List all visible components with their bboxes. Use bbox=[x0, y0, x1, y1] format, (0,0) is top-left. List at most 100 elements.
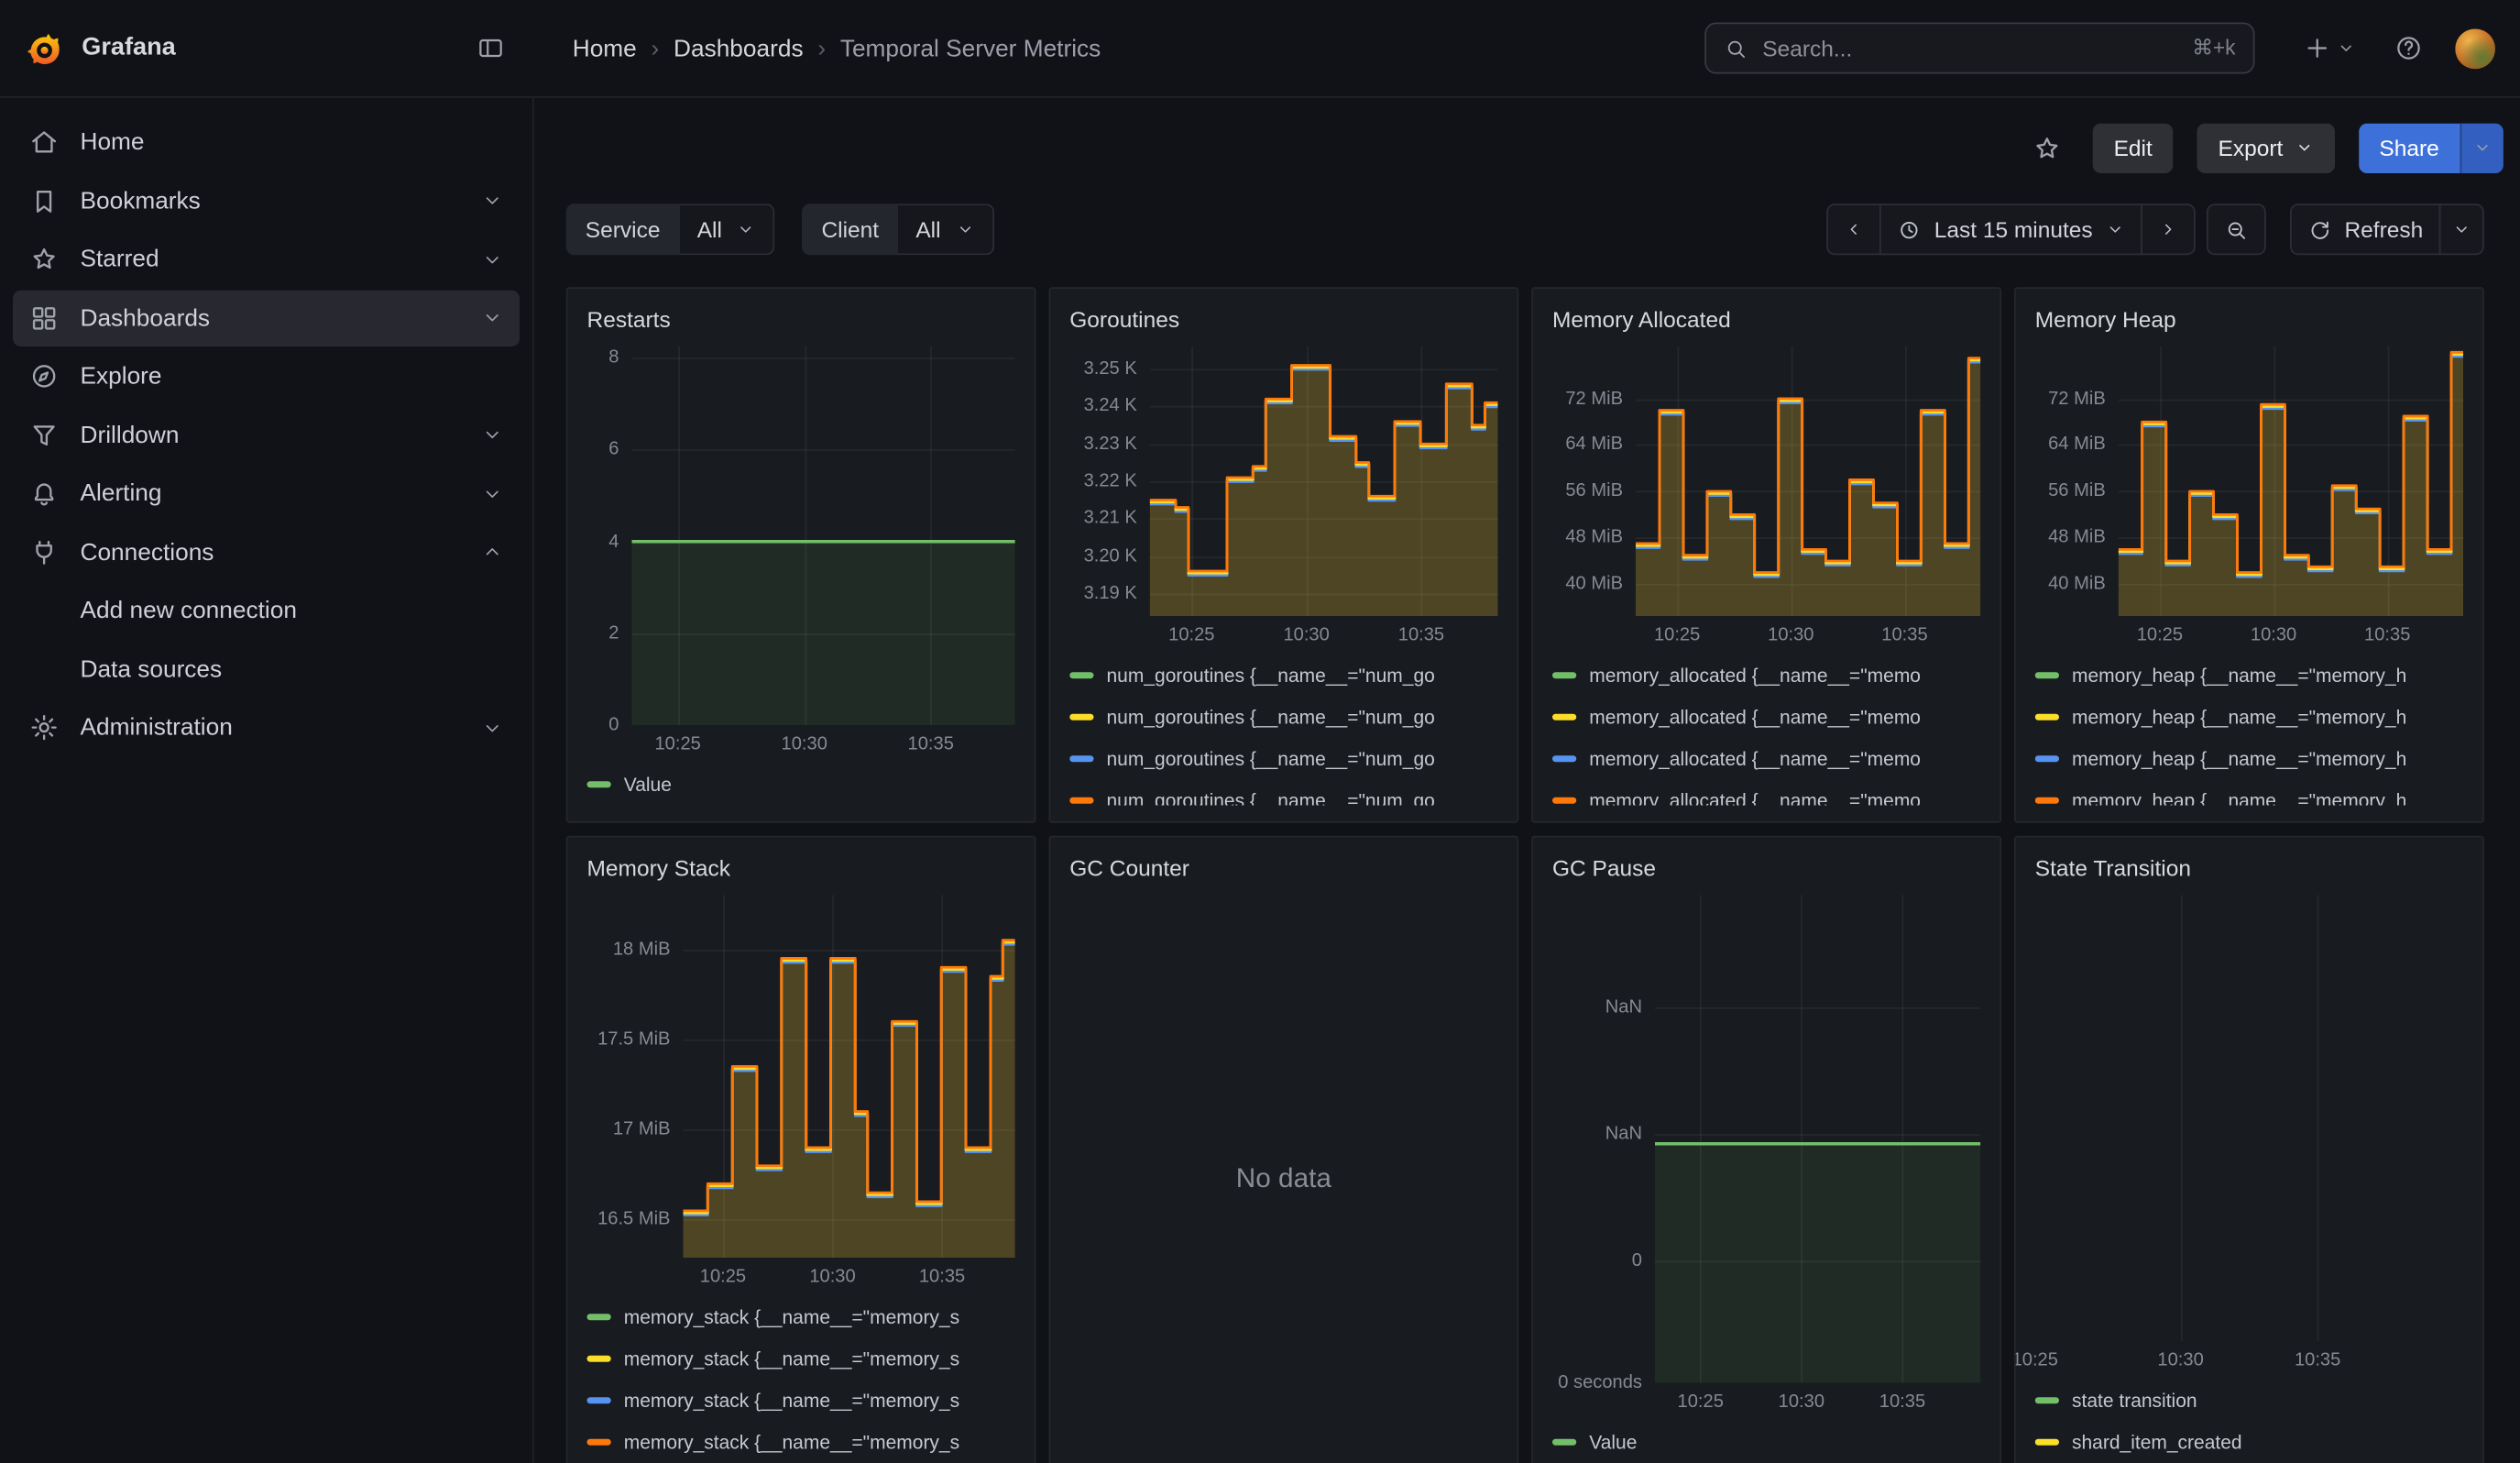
legend-item[interactable]: memory_stack {__name__="memory_s bbox=[587, 1296, 1015, 1338]
y-axis: 86420 bbox=[587, 346, 632, 725]
export-button[interactable]: Export bbox=[2197, 123, 2335, 172]
variable-value-dropdown[interactable]: All bbox=[679, 204, 774, 255]
legend-label: memory_heap {__name__="memory_h bbox=[2072, 748, 2406, 771]
panel-body: 18 MiB17.5 MiB17 MiB16.5 MiB10:2510:3010… bbox=[587, 896, 1015, 1463]
legend-label: memory_allocated {__name__="memo bbox=[1589, 706, 1921, 729]
topbar-actions bbox=[2255, 28, 2520, 70]
sidebar-item-data-sources[interactable]: Data sources bbox=[13, 641, 520, 697]
panel-header[interactable]: Restarts bbox=[587, 305, 1015, 347]
legend-item[interactable]: memory_allocated {__name__="memo bbox=[1552, 780, 1980, 806]
x-axis-label: 10:25 bbox=[1168, 626, 1214, 645]
time-range-picker[interactable]: Last 15 minutes bbox=[1879, 204, 2142, 255]
time-shift-forward-button[interactable] bbox=[2141, 204, 2196, 255]
legend-label: Value bbox=[1589, 1431, 1637, 1454]
refresh-button[interactable]: Refresh bbox=[2290, 204, 2441, 255]
chart-svg bbox=[684, 896, 1015, 1259]
sidebar-item-administration[interactable]: Administration bbox=[13, 699, 520, 755]
variable-filters: ServiceAllClientAll bbox=[566, 204, 994, 255]
panel-header[interactable]: State Transition bbox=[2035, 853, 2463, 896]
legend-label: memory_heap {__name__="memory_h bbox=[2072, 665, 2406, 688]
chart-plot[interactable] bbox=[1655, 896, 1980, 1383]
legend-item[interactable]: Value bbox=[587, 764, 1015, 806]
legend-item[interactable]: memory_allocated {__name__="memo bbox=[1552, 738, 1980, 780]
breadcrumb-dashboards[interactable]: Dashboards bbox=[674, 35, 804, 62]
sidebar-item-dashboards[interactable]: Dashboards bbox=[13, 290, 520, 346]
add-new-button[interactable] bbox=[2296, 28, 2362, 70]
chart-plot[interactable] bbox=[1150, 346, 1498, 616]
legend-item[interactable]: state transition bbox=[2035, 1380, 2463, 1422]
chart-plot[interactable] bbox=[632, 346, 1015, 725]
chevron-down-icon[interactable] bbox=[481, 248, 504, 270]
share-button[interactable]: Share bbox=[2359, 123, 2460, 172]
help-icon bbox=[2394, 34, 2424, 63]
x-axis: 10:2510:3010:35 bbox=[2035, 1341, 2463, 1373]
chevron-down-icon bbox=[2473, 138, 2493, 158]
legend-item[interactable]: memory_stack {__name__="memory_s bbox=[587, 1422, 1015, 1463]
panel-toggle-icon bbox=[477, 34, 506, 63]
legend-color-swatch bbox=[2035, 1397, 2059, 1403]
panel-header[interactable]: Goroutines bbox=[1069, 305, 1497, 347]
search-input[interactable]: Search... ⌘+k bbox=[1704, 23, 2254, 74]
chart-area: 72 MiB64 MiB56 MiB48 MiB40 MiB bbox=[1552, 346, 1980, 616]
chart-plot[interactable] bbox=[684, 896, 1015, 1259]
legend-item[interactable]: shard_item_created bbox=[2035, 1422, 2463, 1463]
chevron-down-icon[interactable] bbox=[481, 306, 504, 329]
legend-item[interactable]: num_goroutines {__name__="num_go bbox=[1069, 697, 1497, 739]
legend-item[interactable]: num_goroutines {__name__="num_go bbox=[1069, 780, 1497, 806]
variable-value-dropdown[interactable]: All bbox=[898, 204, 993, 255]
help-button[interactable] bbox=[2388, 28, 2430, 70]
legend-item[interactable]: memory_heap {__name__="memory_h bbox=[2035, 738, 2463, 780]
time-shift-back-button[interactable] bbox=[1826, 204, 1881, 255]
sidebar-item-explore[interactable]: Explore bbox=[13, 348, 520, 404]
legend-label: Value bbox=[624, 774, 672, 797]
legend-item[interactable]: num_goroutines {__name__="num_go bbox=[1069, 738, 1497, 780]
edit-button[interactable]: Edit bbox=[2093, 123, 2174, 172]
chevron-down-icon[interactable] bbox=[481, 482, 504, 505]
panel-header[interactable]: Memory Stack bbox=[587, 853, 1015, 896]
legend-item[interactable]: Value bbox=[1552, 1422, 1980, 1463]
refresh-interval-button[interactable] bbox=[2439, 204, 2484, 255]
sidebar-item-label: Add new connection bbox=[81, 597, 504, 624]
legend-item[interactable]: memory_heap {__name__="memory_h bbox=[2035, 780, 2463, 806]
x-axis-label: 10:30 bbox=[809, 1268, 855, 1287]
panel-header[interactable]: Memory Heap bbox=[2035, 305, 2463, 347]
panel-header[interactable]: Memory Allocated bbox=[1552, 305, 1980, 347]
sidebar-item-home[interactable]: Home bbox=[13, 114, 520, 170]
y-axis-label: 0 bbox=[1632, 1251, 1642, 1270]
sidebar-item-drilldown[interactable]: Drilldown bbox=[13, 407, 520, 463]
legend-item[interactable]: memory_stack {__name__="memory_s bbox=[587, 1380, 1015, 1422]
favorite-star-button[interactable] bbox=[2025, 126, 2068, 169]
sidebar-item-bookmarks[interactable]: Bookmarks bbox=[13, 172, 520, 228]
chart-plot[interactable] bbox=[2035, 896, 2463, 1342]
chart-plot[interactable] bbox=[2119, 346, 2463, 616]
sidebar-item-alerting[interactable]: Alerting bbox=[13, 466, 520, 522]
sidebar-item-add-new-connection[interactable]: Add new connection bbox=[13, 582, 520, 638]
panel-header[interactable]: GC Counter bbox=[1069, 853, 1497, 896]
chart-plot[interactable] bbox=[1636, 346, 1980, 616]
panel-header[interactable]: GC Pause bbox=[1552, 853, 1980, 896]
breadcrumb-home[interactable]: Home bbox=[573, 35, 637, 62]
sidebar-toggle-button[interactable] bbox=[470, 28, 512, 70]
legend-item[interactable]: memory_allocated {__name__="memo bbox=[1552, 697, 1980, 739]
share-dropdown-button[interactable] bbox=[2460, 123, 2504, 172]
legend-item[interactable]: memory_stack {__name__="memory_s bbox=[587, 1338, 1015, 1380]
y-axis-label: 56 MiB bbox=[2048, 482, 2106, 501]
star-icon bbox=[2032, 132, 2062, 162]
legend-item[interactable]: memory_allocated {__name__="memo bbox=[1552, 654, 1980, 697]
panel-memory-allocated: Memory Allocated72 MiB64 MiB56 MiB48 MiB… bbox=[1531, 287, 2001, 823]
legend-item[interactable]: memory_heap {__name__="memory_h bbox=[2035, 654, 2463, 697]
user-avatar[interactable] bbox=[2455, 28, 2495, 69]
y-axis-label: 16.5 MiB bbox=[597, 1210, 670, 1229]
legend-item[interactable]: num_goroutines {__name__="num_go bbox=[1069, 654, 1497, 697]
legend-item[interactable]: memory_heap {__name__="memory_h bbox=[2035, 697, 2463, 739]
chevron-down-icon[interactable] bbox=[481, 716, 504, 739]
chevron-down-icon[interactable] bbox=[481, 424, 504, 446]
sidebar-item-starred[interactable]: Starred bbox=[13, 231, 520, 287]
sidebar-item-connections[interactable]: Connections bbox=[13, 523, 520, 579]
chevron-down-icon[interactable] bbox=[481, 190, 504, 213]
chevron-down-icon bbox=[2452, 220, 2471, 239]
zoom-out-button[interactable] bbox=[2207, 204, 2266, 255]
refresh-button-label: Refresh bbox=[2344, 216, 2423, 242]
plug-icon bbox=[29, 536, 60, 566]
chevron-up-icon[interactable] bbox=[481, 541, 504, 564]
